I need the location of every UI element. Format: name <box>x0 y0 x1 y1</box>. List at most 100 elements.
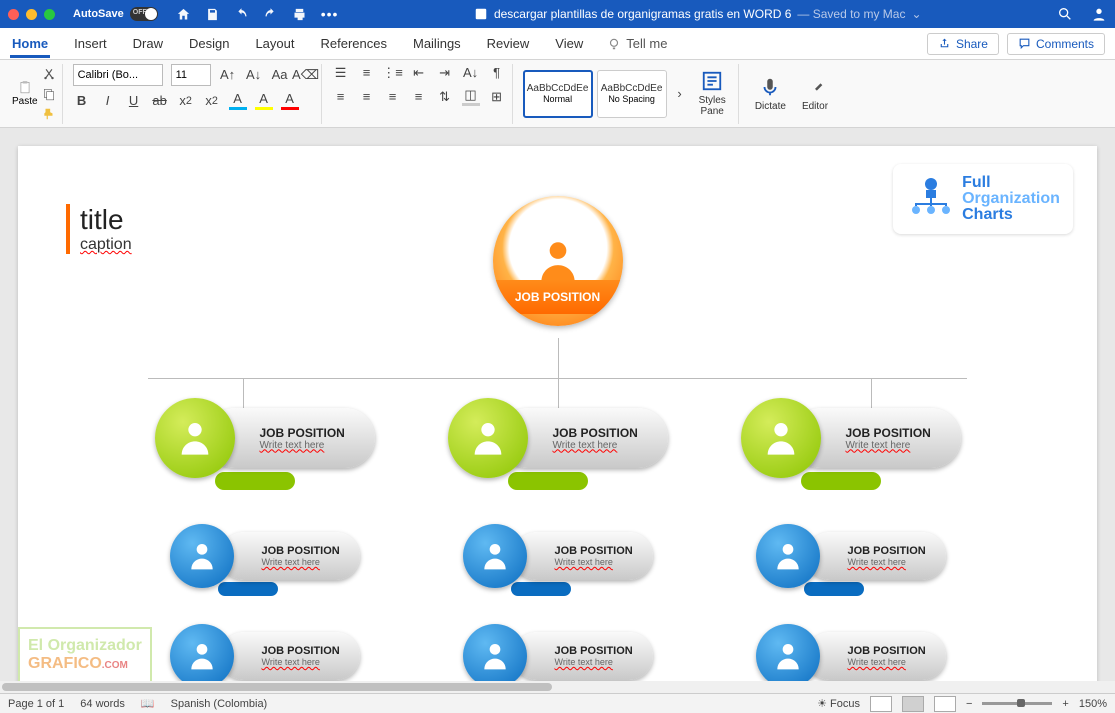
page[interactable]: title caption Full Organization Charts J… <box>18 146 1097 693</box>
format-painter-icon[interactable] <box>42 107 56 121</box>
font-color-button[interactable]: A <box>281 92 299 110</box>
dictate-button[interactable]: Dictate <box>749 76 792 112</box>
org-node[interactable]: JOB POSITION Write text here <box>170 522 360 586</box>
search-icon[interactable] <box>1057 6 1073 22</box>
font-group: A↑ A↓ Aa A⌫ B I U ab x2 x2 A A A <box>67 64 322 124</box>
multilevel-icon[interactable]: ⋮≡ <box>384 64 402 82</box>
tab-review[interactable]: Review <box>485 30 532 57</box>
editor-button[interactable]: Editor <box>796 76 834 112</box>
text-color-button[interactable]: A <box>255 92 273 110</box>
node-pill: JOB POSITION Write text here <box>220 632 360 680</box>
share-button[interactable]: Share <box>927 33 999 55</box>
align-right-icon[interactable]: ≡ <box>384 88 402 106</box>
close-window[interactable] <box>8 9 19 20</box>
org-top-node[interactable]: JOB POSITION <box>493 196 623 326</box>
decrease-indent-icon[interactable]: ⇤ <box>410 64 428 82</box>
account-icon[interactable] <box>1091 6 1107 22</box>
cut-icon[interactable] <box>42 67 56 81</box>
shading-icon[interactable]: ◫ <box>462 88 480 106</box>
org-node[interactable]: JOB POSITION Write text here <box>756 622 946 686</box>
paste-button[interactable]: Paste <box>12 80 38 107</box>
tab-home[interactable]: Home <box>10 30 50 58</box>
node-subtitle: Write text here <box>848 657 946 667</box>
font-size-select[interactable] <box>171 64 211 86</box>
borders-icon[interactable]: ⊞ <box>488 88 506 106</box>
org-node[interactable]: JOB POSITION Write text here <box>463 622 653 686</box>
style-normal[interactable]: AaBbCcDdEe Normal <box>523 70 593 118</box>
clear-format-icon[interactable]: A⌫ <box>297 66 315 84</box>
org-node[interactable]: JOB POSITION Write text here <box>463 522 653 586</box>
tab-draw[interactable]: Draw <box>131 30 165 57</box>
title-bar: AutoSave OFF ••• descargar plantillas de… <box>0 0 1115 28</box>
copy-icon[interactable] <box>42 87 56 101</box>
chevron-down-icon[interactable]: ⌄ <box>911 7 921 21</box>
tell-me-search[interactable]: Tell me <box>607 36 667 51</box>
superscript-button[interactable]: x2 <box>203 92 221 110</box>
focus-mode[interactable]: ☀ Focus <box>817 697 860 710</box>
italic-button[interactable]: I <box>99 92 117 110</box>
grow-font-icon[interactable]: A↑ <box>219 66 237 84</box>
save-icon[interactable] <box>205 7 220 22</box>
read-mode-icon[interactable] <box>870 696 892 712</box>
sort-icon[interactable]: A↓ <box>462 64 480 82</box>
align-center-icon[interactable]: ≡ <box>358 88 376 106</box>
comments-button[interactable]: Comments <box>1007 33 1105 55</box>
show-marks-icon[interactable]: ¶ <box>488 64 506 82</box>
node-subtitle: Write text here <box>555 557 653 567</box>
word-count[interactable]: 64 words <box>80 698 125 710</box>
justify-icon[interactable]: ≡ <box>410 88 428 106</box>
person-icon <box>479 540 511 572</box>
tab-design[interactable]: Design <box>187 30 231 57</box>
zoom-slider[interactable] <box>982 702 1052 705</box>
document-canvas: title caption Full Organization Charts J… <box>0 128 1115 693</box>
undo-icon[interactable] <box>234 7 249 22</box>
org-node[interactable]: JOB POSITION Write text here <box>756 522 946 586</box>
align-left-icon[interactable]: ≡ <box>332 88 350 106</box>
org-node[interactable]: JOB POSITION Write text here <box>170 622 360 686</box>
print-icon[interactable] <box>292 7 307 22</box>
tab-view[interactable]: View <box>553 30 585 57</box>
styles-pane-button[interactable]: Styles Pane <box>693 70 732 117</box>
org-node[interactable]: JOB POSITION Write text here <box>741 402 961 476</box>
line-spacing-icon[interactable]: ⇅ <box>436 88 454 106</box>
mic-icon <box>759 76 781 98</box>
tab-insert[interactable]: Insert <box>72 30 109 57</box>
tab-references[interactable]: References <box>319 30 389 57</box>
increase-indent-icon[interactable]: ⇥ <box>436 64 454 82</box>
more-icon[interactable]: ••• <box>321 6 339 22</box>
strike-button[interactable]: ab <box>151 92 169 110</box>
tab-layout[interactable]: Layout <box>253 30 296 57</box>
styles-more-icon[interactable]: › <box>671 85 689 103</box>
redo-icon[interactable] <box>263 7 278 22</box>
org-node[interactable]: JOB POSITION Write text here <box>448 402 668 476</box>
autosave-toggle[interactable]: AutoSave OFF <box>73 7 158 21</box>
zoom-level[interactable]: 150% <box>1079 698 1107 710</box>
zoom-in-button[interactable]: + <box>1062 698 1068 710</box>
spellcheck-icon[interactable]: 📖 <box>141 697 155 710</box>
font-name-select[interactable] <box>73 64 163 86</box>
style-no-spacing[interactable]: AaBbCcDdEe No Spacing <box>597 70 667 118</box>
maximize-window[interactable] <box>44 9 55 20</box>
subscript-button[interactable]: x2 <box>177 92 195 110</box>
language-indicator[interactable]: Spanish (Colombia) <box>171 698 268 710</box>
home-icon[interactable] <box>176 7 191 22</box>
person-icon <box>761 418 801 458</box>
numbering-icon[interactable]: ≡ <box>358 64 376 82</box>
node-tail <box>801 472 881 490</box>
zoom-out-button[interactable]: − <box>966 698 972 710</box>
bullets-icon[interactable]: ☰ <box>332 64 350 82</box>
minimize-window[interactable] <box>26 9 37 20</box>
scrollbar-thumb[interactable] <box>2 683 552 691</box>
print-layout-icon[interactable] <box>902 696 924 712</box>
org-node[interactable]: JOB POSITION Write text here <box>155 402 375 476</box>
web-layout-icon[interactable] <box>934 696 956 712</box>
autosave-switch[interactable]: OFF <box>130 7 158 21</box>
underline-button[interactable]: U <box>125 92 143 110</box>
highlight-button[interactable]: A <box>229 92 247 110</box>
change-case-icon[interactable]: Aa <box>271 66 289 84</box>
horizontal-scrollbar[interactable] <box>0 681 1115 693</box>
tab-mailings[interactable]: Mailings <box>411 30 463 57</box>
bold-button[interactable]: B <box>73 92 91 110</box>
page-indicator[interactable]: Page 1 of 1 <box>8 698 64 710</box>
shrink-font-icon[interactable]: A↓ <box>245 66 263 84</box>
